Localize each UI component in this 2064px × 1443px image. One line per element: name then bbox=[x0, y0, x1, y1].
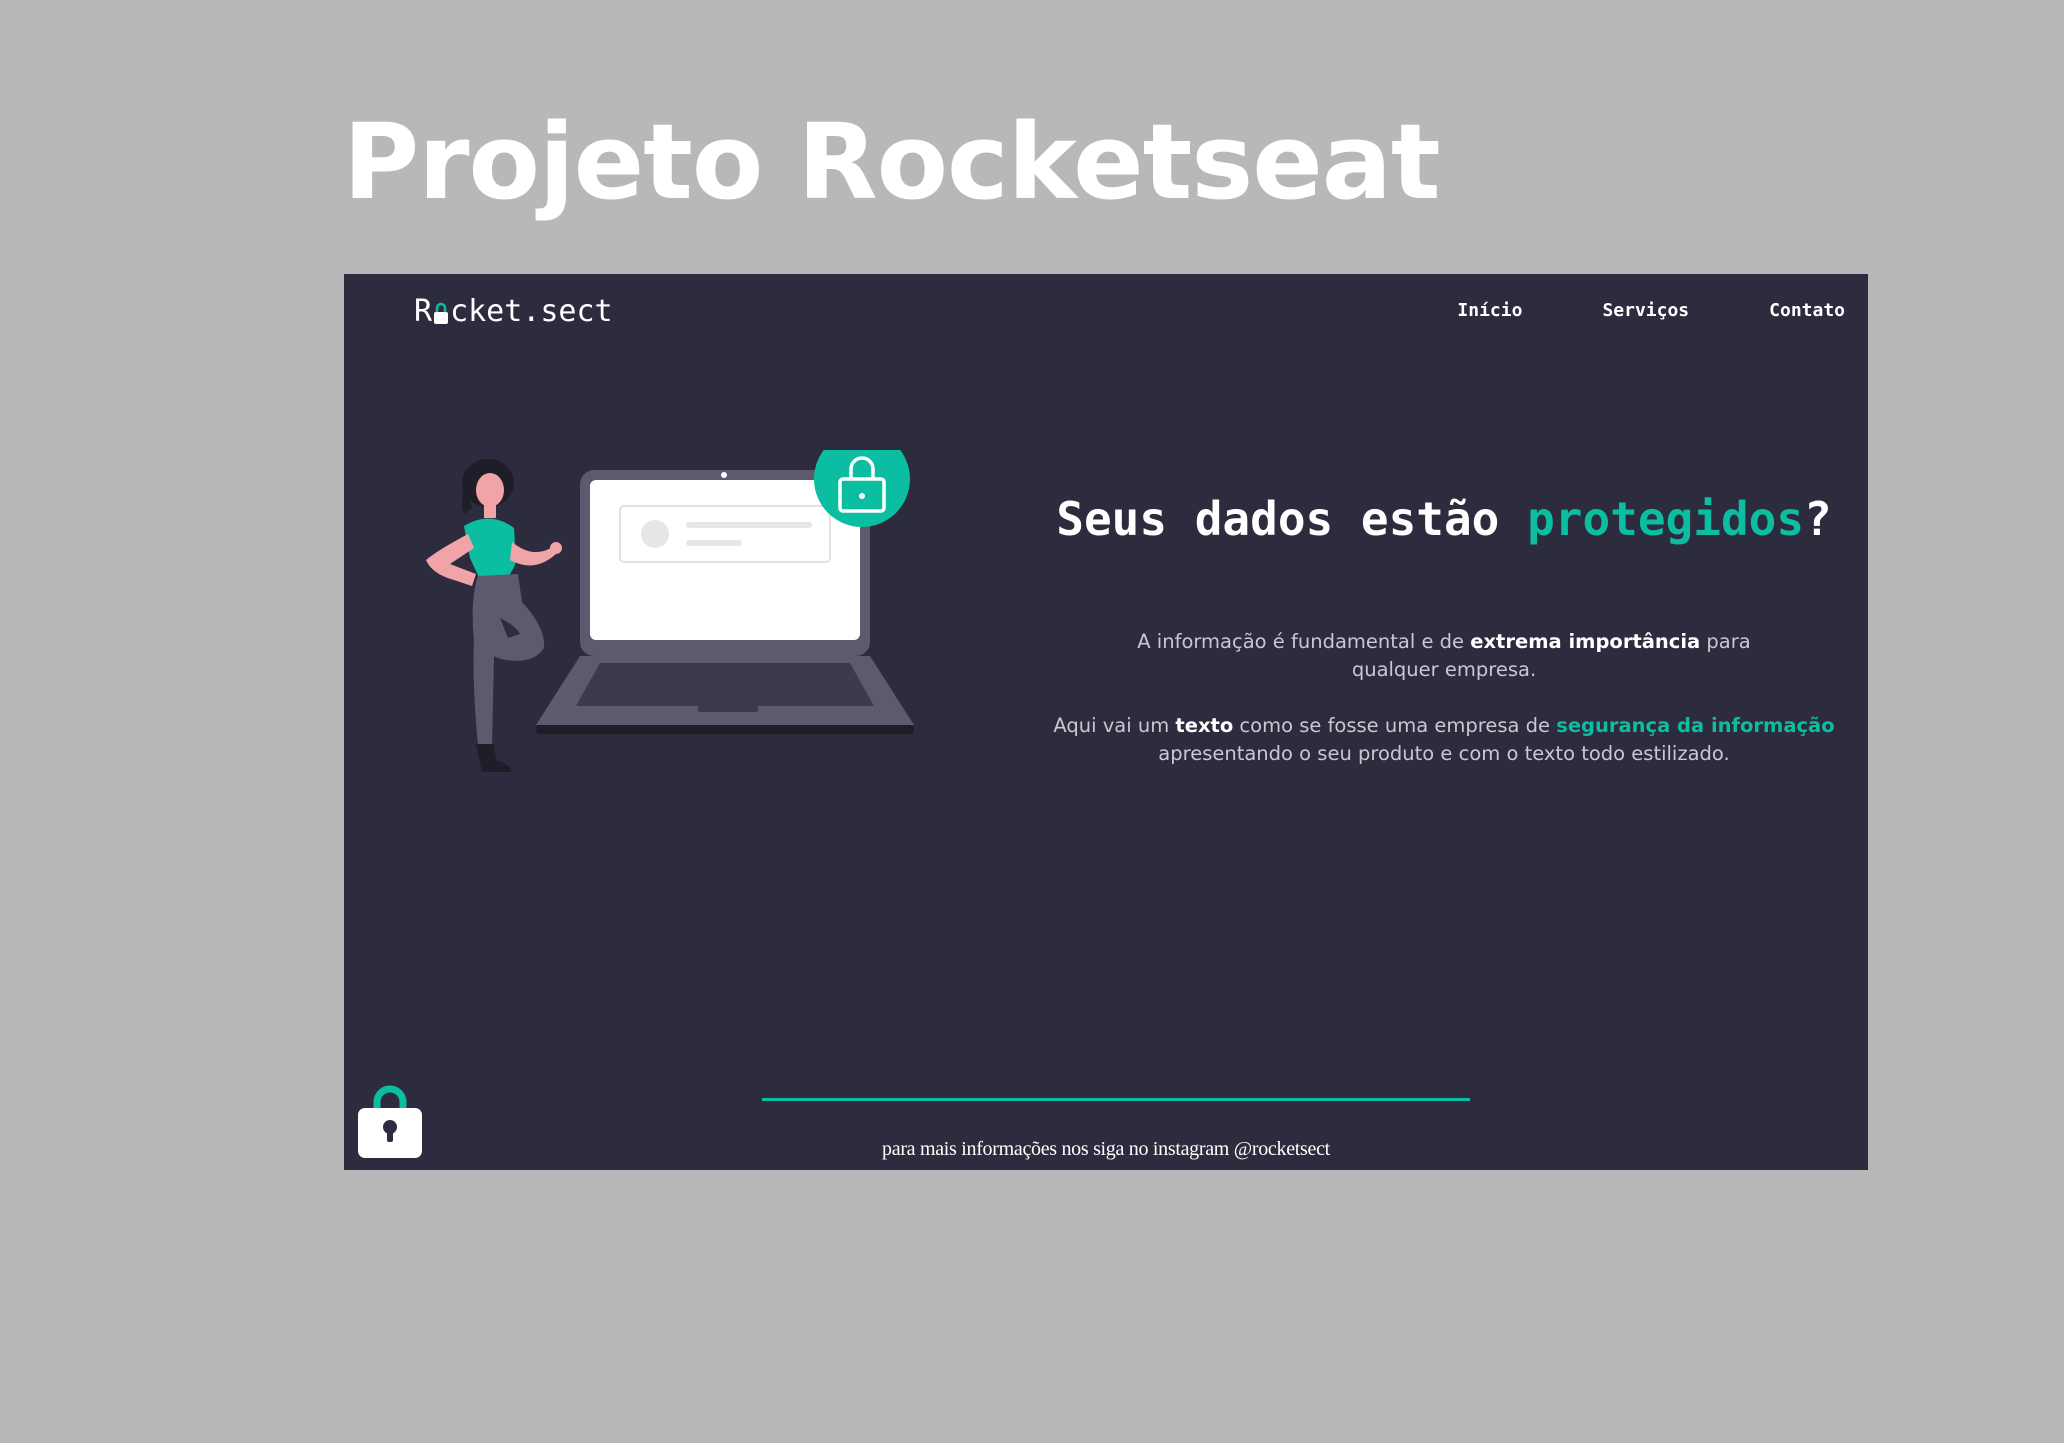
hero-headline: Seus dados estão protegidos? bbox=[1044, 492, 1844, 546]
p2-text-a: Aqui vai um bbox=[1053, 714, 1176, 737]
p1-text-a: A informação é fundamental e de bbox=[1137, 630, 1471, 653]
page-title: Projeto Rocketseat bbox=[343, 101, 1441, 223]
p2-accent: segurança da informação bbox=[1556, 714, 1835, 737]
logo-text-prefix: R bbox=[414, 294, 433, 329]
p2-bold: texto bbox=[1175, 714, 1234, 737]
nav-link-servicos[interactable]: Serviços bbox=[1602, 300, 1689, 321]
hero-paragraph-2: Aqui vai um texto como se fosse uma empr… bbox=[1044, 712, 1844, 768]
headline-end: ? bbox=[1804, 492, 1832, 546]
nav-link-contato[interactable]: Contato bbox=[1769, 300, 1845, 321]
p2-text-c: como se fosse uma empresa de bbox=[1233, 714, 1557, 737]
p2-text-e: apresentando o seu produto e com o texto… bbox=[1158, 742, 1730, 765]
hero-illustration bbox=[426, 450, 914, 772]
footer-divider bbox=[762, 1098, 1470, 1101]
footer-text: para mais informações nos siga no instag… bbox=[882, 1138, 1330, 1160]
lock-badge-icon[interactable] bbox=[358, 1080, 422, 1158]
headline-accent: protegidos bbox=[1527, 492, 1805, 546]
hero-paragraph-1: A informação é fundamental e de extrema … bbox=[1044, 628, 1844, 684]
headline-text: Seus dados estão bbox=[1056, 492, 1528, 546]
logo-text-suffix: cket.sect bbox=[450, 294, 613, 329]
lock-logo-icon bbox=[432, 297, 450, 327]
p1-bold: extrema importância bbox=[1470, 630, 1701, 653]
logo[interactable]: R cket.sect bbox=[414, 294, 613, 329]
main-nav: Início Serviços Contato bbox=[1457, 300, 1845, 321]
nav-link-inicio[interactable]: Início bbox=[1457, 300, 1522, 321]
website-screenshot: R cket.sect Início Serviços Contato Seus… bbox=[344, 274, 1868, 1170]
